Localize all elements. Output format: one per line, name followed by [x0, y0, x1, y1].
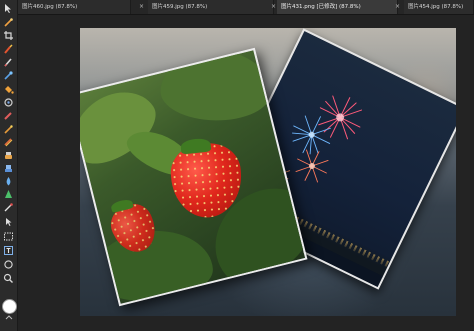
tab-close-icon[interactable]: × — [139, 4, 144, 10]
tab-label: 图片459.jpg (87.8%) — [152, 4, 208, 10]
smudge-tool-icon[interactable] — [3, 150, 14, 161]
retouch-tool-icon[interactable] — [3, 124, 14, 135]
tab-image-454[interactable]: 图片454.jpg (87.8%) — [404, 0, 474, 14]
crop-tool-icon[interactable] — [3, 30, 14, 41]
sharpen-tool-icon[interactable] — [3, 189, 14, 200]
eraser-tool-icon[interactable] — [3, 110, 14, 121]
tab-label: 图片454.jpg (87.8%) — [408, 4, 464, 10]
canvas-workspace[interactable] — [18, 15, 474, 331]
foreground-color-swatch[interactable] — [2, 299, 17, 314]
fill-tool-icon[interactable] — [3, 84, 14, 95]
blur-tool-icon[interactable] — [3, 176, 14, 187]
document-canvas[interactable] — [80, 28, 456, 316]
tab-close-icon[interactable]: × — [395, 4, 400, 10]
color-picker-icon[interactable] — [3, 70, 14, 81]
dodge-tool-icon[interactable] — [3, 163, 14, 174]
tab-label: 图片431.png [已修改] (87.8%) — [281, 4, 361, 10]
document-tab-bar: 图片460.jpg (87.8%) × 图片459.jpg (87.8%) × … — [18, 0, 474, 15]
brush-tool-icon[interactable] — [3, 17, 14, 28]
text-tool-icon[interactable] — [3, 245, 14, 256]
photo-editor-window: 图片460.jpg (87.8%) × 图片459.jpg (87.8%) × … — [0, 0, 474, 331]
paint-tool-icon[interactable] — [3, 44, 14, 55]
clone-tool-icon[interactable] — [3, 97, 14, 108]
tab-image-459[interactable]: 图片459.jpg (87.8%) — [148, 0, 274, 14]
tab-label: 图片460.jpg (87.8%) — [22, 4, 78, 10]
move-tool-icon[interactable] — [3, 3, 14, 14]
tab-image-431-active[interactable]: 图片431.png [已修改] (87.8%) — [277, 0, 398, 14]
vector-tool-icon[interactable] — [3, 216, 14, 227]
selection-tool-icon[interactable] — [3, 202, 14, 213]
healing-tool-icon[interactable] — [3, 137, 14, 148]
tab-close-icon[interactable]: × — [271, 4, 276, 10]
zoom-tool-icon[interactable] — [3, 273, 14, 284]
marquee-tool-icon[interactable] — [3, 231, 14, 242]
leaf — [160, 49, 272, 122]
tab-image-460[interactable]: 图片460.jpg (87.8%) — [18, 0, 131, 14]
tool-palette — [0, 0, 18, 331]
shape-tool-icon[interactable] — [3, 259, 14, 270]
strawberry-photo-layer[interactable] — [80, 47, 308, 307]
pencil-tool-icon[interactable] — [3, 57, 14, 68]
swap-colors-icon[interactable] — [5, 315, 13, 321]
